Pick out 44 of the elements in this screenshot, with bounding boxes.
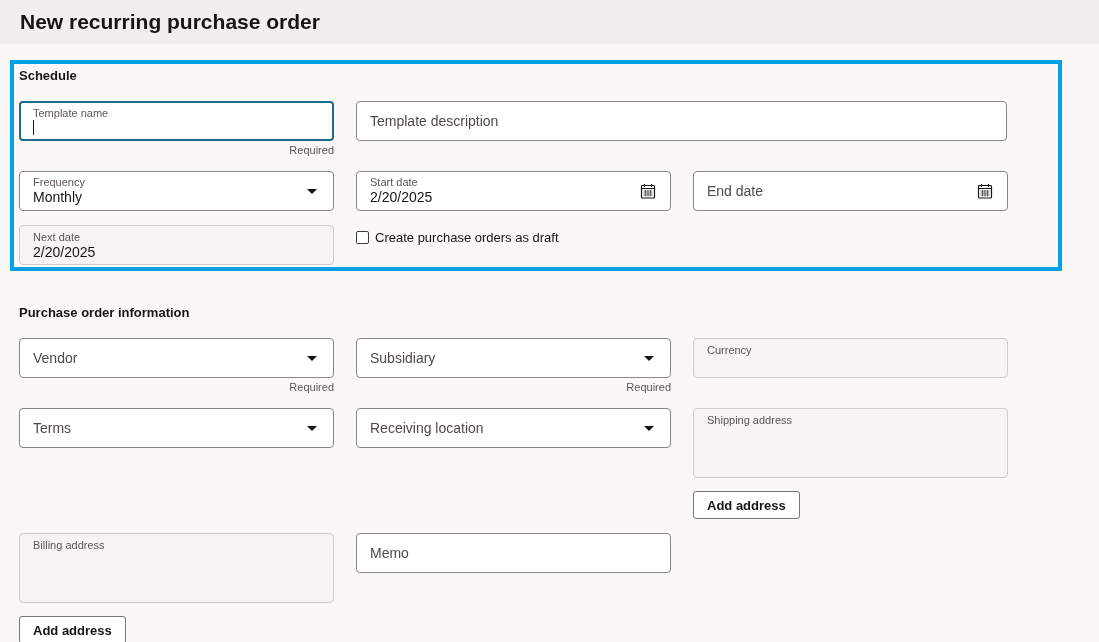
text-cursor xyxy=(33,120,34,135)
required-hint: Required xyxy=(625,380,671,394)
field-value: Monthly xyxy=(33,189,84,206)
date-field[interactable]: End date xyxy=(693,171,1008,211)
input-field[interactable]: Template description xyxy=(356,101,1007,141)
draft-checkbox[interactable]: Create purchase orders as draft xyxy=(356,225,671,245)
dropdown-field[interactable]: Terms xyxy=(19,408,334,448)
field-label: Memo xyxy=(370,545,410,561)
field-label: Terms xyxy=(33,420,73,436)
field-label: Frequency xyxy=(33,176,86,189)
section-title: Schedule xyxy=(19,68,78,85)
date-field[interactable]: Start date 2/20/2025 xyxy=(356,171,671,211)
field-label: Receiving location xyxy=(370,420,485,436)
field-label: Billing address xyxy=(33,539,106,552)
field-label: Template name xyxy=(33,107,110,120)
calendar-icon xyxy=(640,183,656,199)
required-hint: Required xyxy=(288,143,334,157)
caret-icon xyxy=(644,425,654,431)
dropdown-field[interactable]: Vendor xyxy=(19,338,334,378)
page-title: New recurring purchase order xyxy=(20,10,320,34)
caret-icon xyxy=(307,425,317,431)
field-value: 2/20/2025 xyxy=(370,189,434,206)
field-value: 2/20/2025 xyxy=(33,244,97,261)
field-label: Template description xyxy=(370,113,500,129)
dropdown-field[interactable]: Subsidiary xyxy=(356,338,671,378)
required-hint: Required xyxy=(288,380,334,394)
input-field[interactable]: Template name xyxy=(19,101,334,141)
add-address-button[interactable]: Add address xyxy=(19,616,126,642)
dropdown-field[interactable]: Receiving location xyxy=(356,408,671,448)
caret-icon xyxy=(307,355,317,361)
field-label: Subsidiary xyxy=(370,350,437,366)
input-field[interactable]: Memo xyxy=(356,533,671,573)
section-title: Purchase order information xyxy=(19,305,191,322)
calendar-icon xyxy=(977,183,993,199)
dropdown-field[interactable]: Frequency Monthly xyxy=(19,171,334,211)
field-label: Vendor xyxy=(33,350,79,366)
add-address-button[interactable]: Add address xyxy=(693,491,800,519)
field-label: End date xyxy=(707,183,765,199)
field-label: Currency xyxy=(707,344,753,357)
field-label: Next date xyxy=(33,231,82,244)
field-label: Start date xyxy=(370,176,419,189)
caret-icon xyxy=(307,188,317,194)
caret-icon xyxy=(644,355,654,361)
field-label: Shipping address xyxy=(707,414,793,427)
